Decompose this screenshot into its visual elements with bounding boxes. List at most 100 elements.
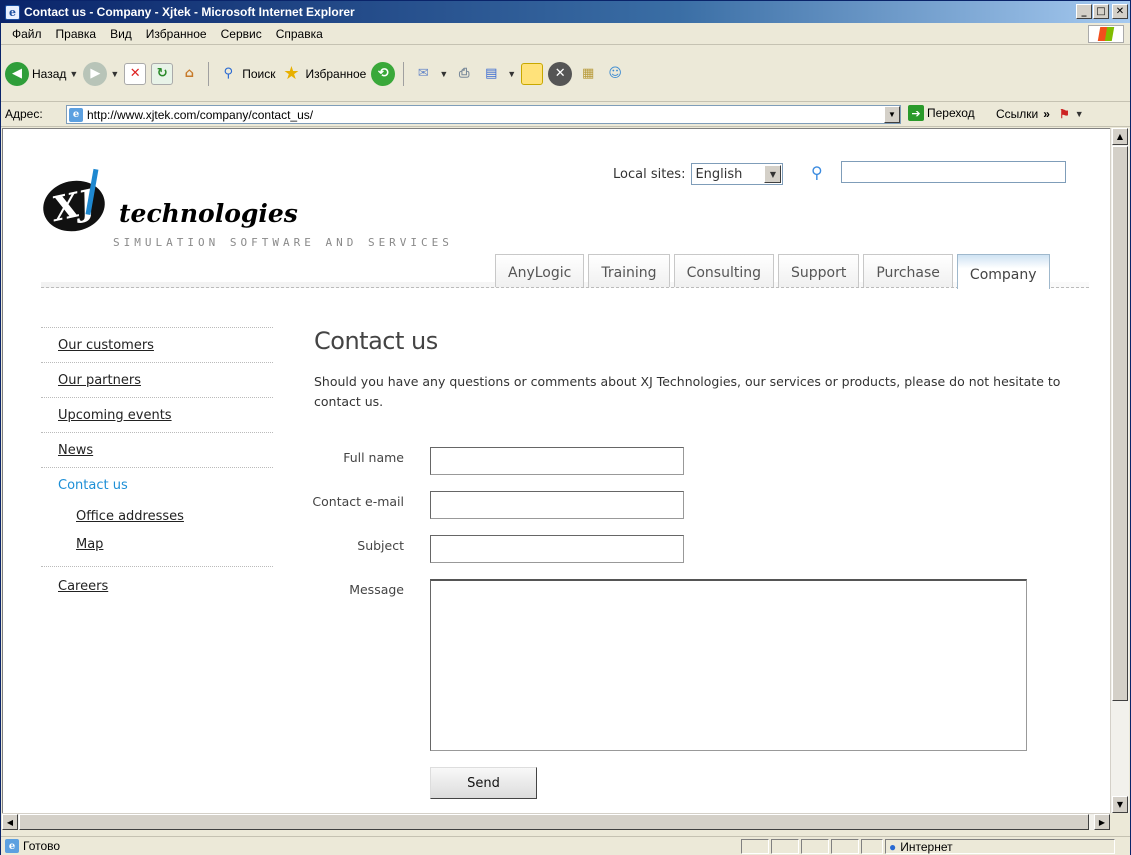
send-button[interactable]: Send: [430, 767, 537, 799]
local-sites: Local sites: English ▼: [613, 163, 784, 185]
full-name-input[interactable]: [430, 447, 684, 475]
block-icon[interactable]: ✕: [548, 61, 573, 86]
minimize-button[interactable]: _: [1076, 4, 1092, 19]
close-button[interactable]: ✕: [1112, 4, 1128, 19]
logo-tagline: SIMULATION SOFTWARE AND SERVICES: [113, 236, 453, 249]
chevron-down-icon: ▼: [110, 68, 120, 79]
scroll-down-icon[interactable]: ▼: [1112, 796, 1128, 813]
refresh-icon[interactable]: ↻: [151, 62, 174, 85]
back-label: Назад: [32, 66, 67, 81]
tab-anylogic[interactable]: AnyLogic: [495, 254, 585, 287]
site-search-input[interactable]: [841, 161, 1066, 183]
subject-input[interactable]: [430, 535, 684, 563]
notes-icon[interactable]: [521, 62, 544, 85]
chevron-down-icon[interactable]: ▼: [507, 69, 516, 79]
address-dropdown-icon[interactable]: ▼: [884, 106, 900, 123]
chevron-down-icon[interactable]: ▼: [439, 69, 448, 79]
nav-contact-us[interactable]: Contact us: [41, 467, 273, 502]
search-label: Поиск: [242, 66, 276, 81]
tab-company[interactable]: Company: [956, 254, 1050, 289]
address-bar: Адрес: e http://www.xjtek.com/company/co…: [1, 102, 1130, 127]
toolbar-separator: [208, 61, 210, 86]
nav-our-partners[interactable]: Our partners: [41, 362, 273, 397]
nav-careers[interactable]: Careers: [41, 566, 273, 606]
chevron-down-icon[interactable]: ▼: [1075, 109, 1084, 119]
language-select[interactable]: English ▼: [691, 163, 784, 185]
star-icon: ★: [283, 63, 300, 84]
stop-icon[interactable]: ✕: [124, 62, 147, 85]
research-icon[interactable]: ▦: [577, 63, 599, 85]
menu-file[interactable]: Файл: [5, 27, 49, 41]
hscroll-thumb[interactable]: [19, 814, 1089, 830]
page-title: Contact us: [314, 327, 438, 355]
go-button[interactable]: ➔ Переход: [908, 105, 975, 121]
address-input[interactable]: e http://www.xjtek.com/company/contact_u…: [66, 105, 901, 124]
links-label: Ссылки: [996, 107, 1039, 121]
menu-view[interactable]: Вид: [103, 27, 139, 41]
main-tabs: AnyLogic Training Consulting Support Pur…: [495, 254, 1054, 289]
forward-button[interactable]: ▶ ▼: [83, 61, 120, 86]
scroll-thumb[interactable]: [1112, 146, 1128, 701]
window-title: Contact us - Company - Xjtek - Microsoft…: [24, 5, 355, 19]
address-label: Адрес:: [5, 107, 43, 121]
vertical-scrollbar[interactable]: ▲ ▼: [1110, 128, 1129, 813]
favorites-button[interactable]: ★ Избранное: [281, 63, 367, 85]
zone-pane: ● Интернет: [885, 839, 1115, 854]
menu-favorites[interactable]: Избранное: [139, 27, 214, 41]
messenger-icon[interactable]: ☺: [604, 63, 626, 85]
toolbar-separator: [403, 61, 405, 86]
back-arrow-icon: ◀: [5, 61, 29, 86]
globe-icon: ●: [889, 839, 897, 854]
menu-help[interactable]: Справка: [269, 27, 330, 41]
nav-office-addresses[interactable]: Office addresses: [41, 502, 273, 530]
status-pane: [831, 839, 859, 854]
nav-map[interactable]: Map: [41, 530, 273, 558]
scroll-up-icon[interactable]: ▲: [1112, 128, 1128, 145]
history-icon[interactable]: ⟲: [371, 61, 396, 86]
zone-text: Интернет: [900, 839, 953, 854]
search-icon[interactable]: ⚲: [811, 163, 831, 183]
forward-arrow-icon: ▶: [83, 61, 108, 86]
edit-icon[interactable]: ▤: [480, 63, 502, 85]
mail-icon[interactable]: ✉: [412, 63, 434, 85]
tab-purchase[interactable]: Purchase: [863, 254, 953, 287]
logo-wordmark: technologies: [119, 199, 298, 228]
links-toolbar[interactable]: Ссылки » ⚑ ▼: [996, 107, 1084, 121]
title-bar: e Contact us - Company - Xjtek - Microso…: [1, 1, 1130, 23]
search-button[interactable]: ⚲ Поиск: [217, 63, 275, 85]
message-textarea[interactable]: [430, 579, 1027, 751]
page-status-icon: e: [5, 839, 19, 853]
horizontal-scrollbar[interactable]: ◀ ▶: [2, 813, 1110, 830]
home-icon[interactable]: ⌂: [178, 63, 200, 85]
tab-training[interactable]: Training: [588, 254, 670, 287]
email-input[interactable]: [430, 491, 684, 519]
acrobat-icon[interactable]: ⚑: [1059, 107, 1070, 121]
email-label: Contact e-mail: [312, 494, 404, 509]
address-url: http://www.xjtek.com/company/contact_us/: [87, 107, 314, 122]
ie-icon: e: [5, 4, 20, 20]
maximize-button[interactable]: □: [1093, 4, 1109, 19]
nav-upcoming-events[interactable]: Upcoming events: [41, 397, 273, 432]
full-name-label: Full name: [343, 450, 404, 465]
subject-label: Subject: [357, 538, 404, 553]
scroll-left-icon[interactable]: ◀: [2, 814, 18, 830]
browser-window: e Contact us - Company - Xjtek - Microso…: [0, 0, 1131, 855]
back-button[interactable]: ◀ Назад ▼: [5, 61, 78, 86]
menu-edit[interactable]: Правка: [49, 27, 104, 41]
status-pane: [801, 839, 829, 854]
links-chevron: »: [1043, 107, 1050, 121]
intro-text: Should you have any questions or comment…: [314, 374, 1061, 409]
search-magnifier-icon: ⚲: [223, 66, 233, 81]
go-arrow-icon: ➔: [908, 105, 924, 121]
tab-support[interactable]: Support: [778, 254, 860, 287]
nav-news[interactable]: News: [41, 432, 273, 467]
tab-consulting[interactable]: Consulting: [673, 254, 774, 287]
favorites-label: Избранное: [305, 66, 367, 81]
site-logo[interactable]: XJ technologies SIMULATION SOFTWARE AND …: [38, 168, 461, 256]
print-icon[interactable]: ⎙: [453, 63, 475, 85]
nav-our-customers[interactable]: Our customers: [41, 327, 273, 362]
language-value: English: [695, 166, 743, 182]
windows-logo-icon: [1088, 25, 1124, 43]
scroll-right-icon[interactable]: ▶: [1094, 814, 1110, 830]
menu-tools[interactable]: Сервис: [214, 27, 269, 41]
